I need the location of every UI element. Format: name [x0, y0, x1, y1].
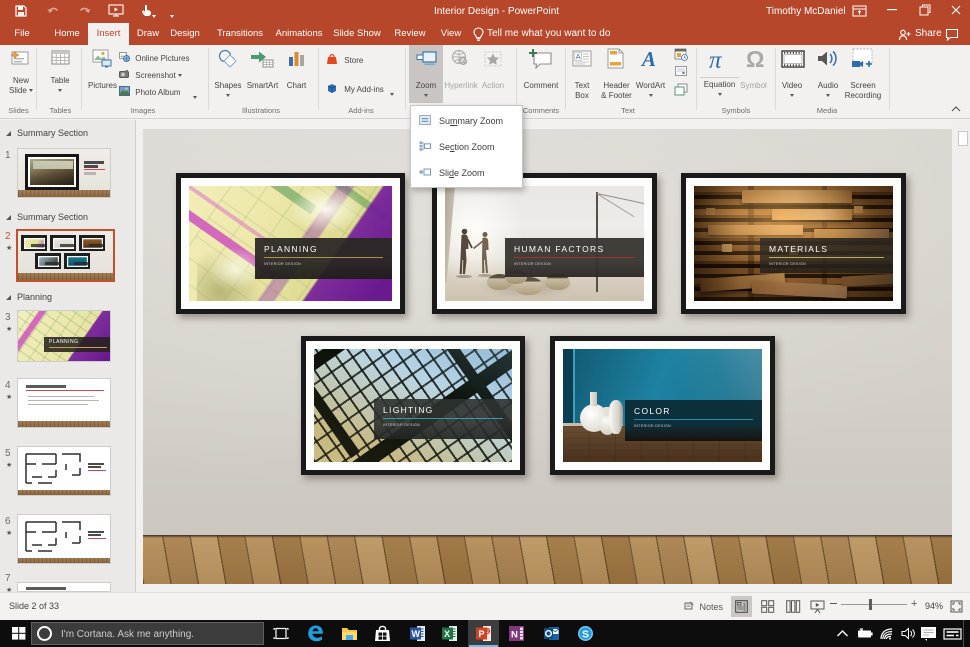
svg-text:A: A [576, 52, 581, 61]
svg-text:W: W [412, 629, 421, 639]
svg-text:P: P [479, 629, 485, 639]
svg-text:S: S [582, 629, 589, 641]
svg-text:A: A [640, 48, 656, 70]
svg-text:π: π [709, 47, 723, 71]
svg-text:X: X [444, 629, 450, 639]
svg-text:Ω: Ω [746, 47, 764, 71]
svg-text:N: N [511, 630, 518, 641]
